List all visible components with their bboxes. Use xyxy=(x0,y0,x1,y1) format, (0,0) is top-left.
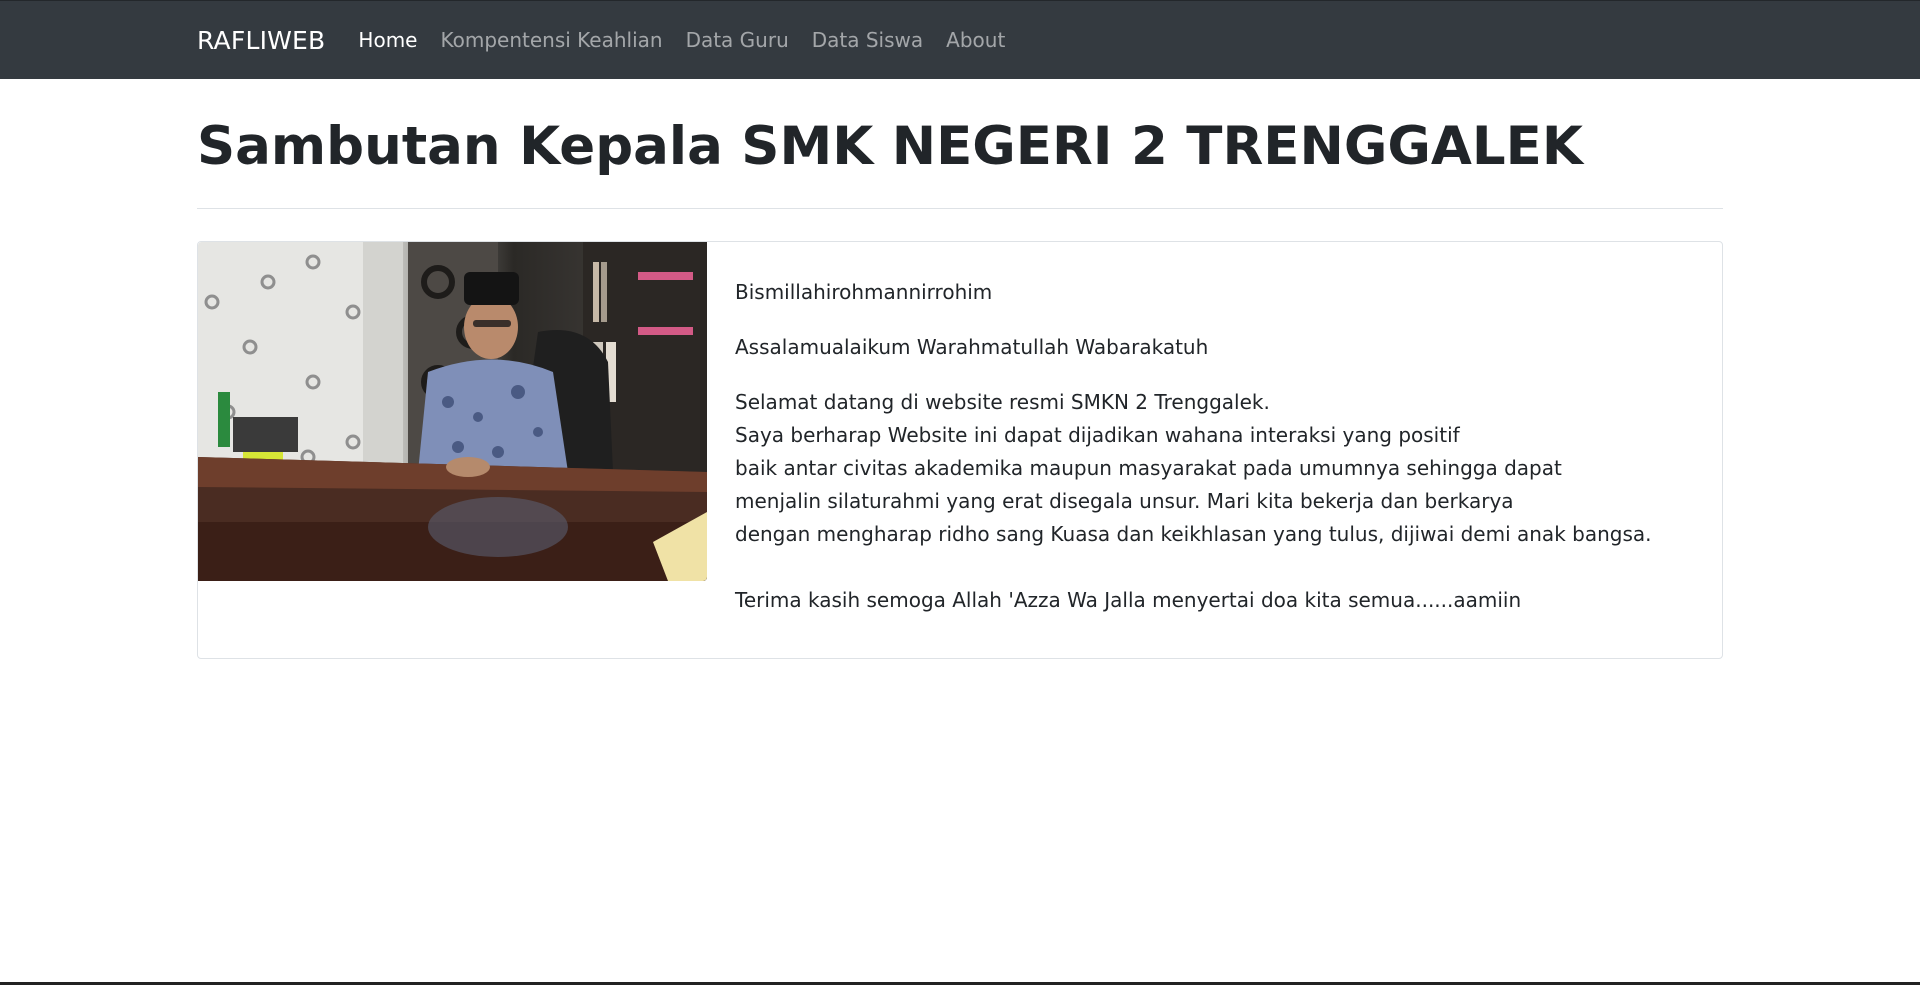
welcome-line: baik antar civitas akademika maupun masy… xyxy=(735,455,1562,480)
greeting-text: Assalamualaikum Warahmatullah Wabarakatu… xyxy=(735,334,1209,359)
nav-link-kompetensi-keahlian[interactable]: Kompentensi Keahlian xyxy=(440,28,662,52)
navbar-inner: RAFLIWEB Home Kompentensi Keahlian Data … xyxy=(197,26,1723,55)
principal-photo-illustration xyxy=(198,241,707,581)
nav-link-home[interactable]: Home xyxy=(358,28,417,52)
welcome-line: Selamat datang di website resmi SMKN 2 T… xyxy=(735,389,1270,414)
opening-text: Bismillahirohmannirrohim xyxy=(735,279,993,304)
title-divider xyxy=(197,207,1723,209)
nav-link-data-siswa[interactable]: Data Siswa xyxy=(812,28,923,52)
closing-text: Terima kasih semoga Allah 'Azza Wa Jalla… xyxy=(735,587,1522,612)
main-content: Sambutan Kepala SMK NEGERI 2 TRENGGALEK xyxy=(197,119,1723,659)
welcome-line: Saya berharap Website ini dapat dijadika… xyxy=(735,422,1460,447)
welcome-message: Bismillahirohmannirrohim Assalamualaikum… xyxy=(707,242,1651,639)
welcome-paragraph: Selamat datang di website resmi SMKN 2 T… xyxy=(735,386,1651,617)
principal-photo xyxy=(198,241,707,581)
brand-logo-link[interactable]: RAFLIWEB xyxy=(197,26,325,55)
top-navbar: RAFLIWEB Home Kompentensi Keahlian Data … xyxy=(0,0,1920,79)
welcome-line: menjalin silaturahmi yang erat disegala … xyxy=(735,488,1514,513)
welcome-line: dengan mengharap ridho sang Kuasa dan ke… xyxy=(735,521,1652,546)
page-title: Sambutan Kepala SMK NEGERI 2 TRENGGALEK xyxy=(197,116,1583,177)
line-break xyxy=(735,551,1651,584)
nav-link-about[interactable]: About xyxy=(946,28,1005,52)
nav-link-data-guru[interactable]: Data Guru xyxy=(686,28,789,52)
welcome-card: Bismillahirohmannirrohim Assalamualaikum… xyxy=(197,240,1723,659)
